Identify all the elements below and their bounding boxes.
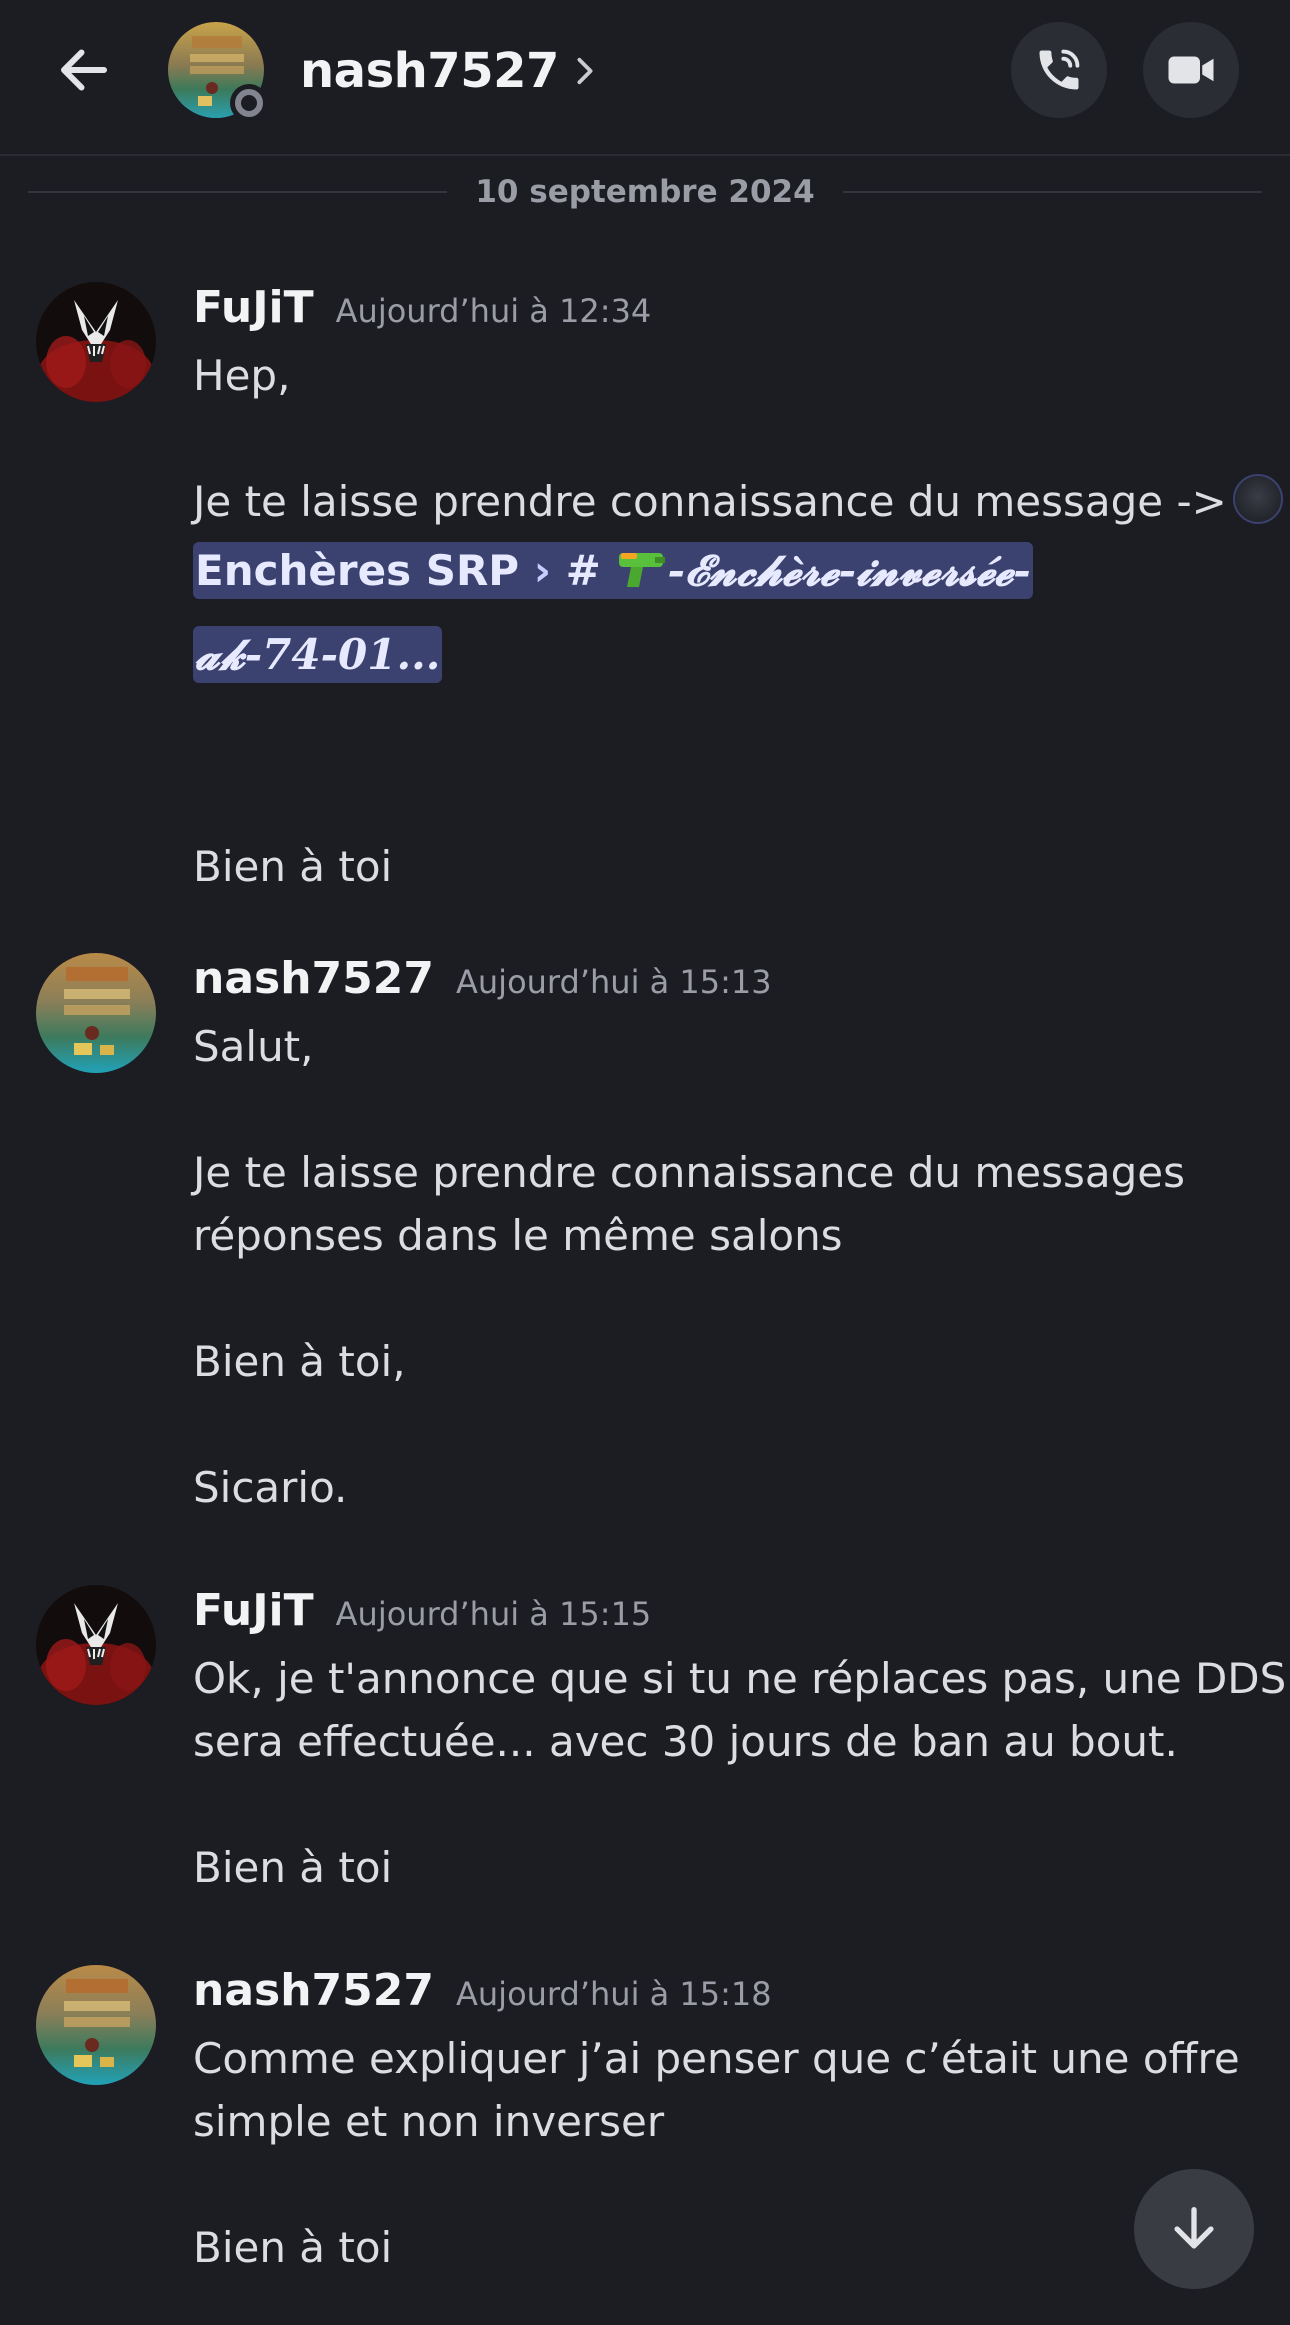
message-line: Sicario. (193, 1463, 348, 1512)
conversation-title-text: nash7527 (300, 43, 559, 99)
video-camera-icon (1168, 56, 1214, 84)
channel-mention-pill[interactable]: Enchères SRP › # -𝓔𝓷𝓬𝓱𝓮̀𝓻𝓮-𝓲𝓷𝓿𝓮𝓻𝓼𝓮́𝓮- (193, 542, 1033, 599)
message-line: Bien à toi (193, 842, 393, 891)
message-line-text: Je te laisse prendre connaissance du mes… (193, 477, 1227, 526)
message-author[interactable]: nash7527 (193, 1965, 434, 2016)
message-line: Salut, (193, 1022, 314, 1071)
video-call-button[interactable] (1143, 22, 1239, 118)
message-line: Bien à toi (193, 1843, 393, 1892)
conversation-title[interactable]: nash7527 (300, 36, 595, 106)
arrow-down-icon (1174, 2207, 1214, 2249)
message-content: Ok, je t'annonce que si tu ne réplaces p… (193, 1647, 1287, 1899)
voice-call-button[interactable] (1011, 22, 1107, 118)
message-line: Je te laisse prendre connaissance du mes… (193, 470, 1283, 533)
message-line: simple et non inverser (193, 2097, 665, 2146)
message-author[interactable]: nash7527 (193, 953, 434, 1004)
mention-server-name: Enchères SRP (195, 546, 520, 595)
message-content: Hep, Je te laisse prendre connaissance d… (193, 344, 1283, 898)
message-line: Bien à toi (193, 2223, 393, 2272)
server-icon (1232, 474, 1283, 524)
fujit-avatar[interactable] (36, 1585, 156, 1705)
message-timestamp: Aujourd’hui à 15:15 (335, 1595, 652, 1633)
nash7527-avatar[interactable] (36, 1965, 156, 2085)
mention-channel-name: -𝓔𝓷𝓬𝓱𝓮̀𝓻𝓮-𝓲𝓷𝓿𝓮𝓻𝓼𝓮́𝓮- (667, 546, 1031, 595)
status-indicator (230, 84, 268, 122)
phone-call-icon (1039, 49, 1080, 90)
message-line: Comme expliquer j’ai penser que c’était … (193, 2034, 1240, 2083)
message-timestamp: Aujourd’hui à 15:13 (456, 963, 772, 1001)
message-content: Comme expliquer j’ai penser que c’était … (193, 2027, 1253, 2279)
back-button[interactable] (44, 30, 124, 110)
contact-avatar[interactable] (168, 22, 268, 122)
venom-avatar-image (36, 1585, 156, 1705)
jump-to-bottom-button[interactable] (1134, 2169, 1254, 2289)
chevron-right-icon (575, 56, 595, 86)
venom-avatar-image (36, 282, 156, 402)
channel-mention-pill[interactable]: 𝓪𝓴-74-01... (193, 626, 443, 683)
mention-channel-name-end: 𝓪𝓴-74-01... (195, 630, 441, 679)
conversation-header: nash7527 (0, 0, 1290, 156)
date-divider-label: 10 septembre 2024 (475, 174, 815, 210)
message-timestamp: Aujourd’hui à 12:34 (335, 292, 652, 330)
chevron-right-icon: › (533, 546, 552, 595)
message-line: réponses dans le même salons (193, 1211, 843, 1260)
message-line: sera effectuée... avec 30 jours de ban a… (193, 1717, 1178, 1766)
message-content: Salut, Je te laisse prendre connaissance… (193, 1015, 1253, 1519)
channel-mention-continued[interactable]: 𝓪𝓴-74-01... (193, 615, 1253, 695)
date-divider: 10 septembre 2024 (28, 170, 1263, 214)
message-line: Ok, je t'annonce que si tu ne réplaces p… (193, 1654, 1287, 1703)
channel-mention[interactable]: Enchères SRP › # -𝓔𝓷𝓬𝓱𝓮̀𝓻𝓮-𝓲𝓷𝓿𝓮𝓻𝓼𝓮́𝓮- (193, 533, 1253, 615)
message-timestamp: Aujourd’hui à 15:18 (456, 1975, 772, 2013)
nash7527-avatar[interactable] (36, 953, 156, 1073)
message-author[interactable]: FuJiT (193, 282, 314, 333)
fujit-avatar[interactable] (36, 282, 156, 402)
water-pistol-icon (615, 539, 667, 615)
mention-hash: # (565, 546, 601, 595)
game-avatar-image (36, 953, 156, 1073)
message-line: Bien à toi, (193, 1337, 406, 1386)
message-author[interactable]: FuJiT (193, 1585, 314, 1636)
message-line: Je te laisse prendre connaissance du mes… (193, 1148, 1186, 1197)
arrow-left-icon (61, 49, 107, 91)
game-avatar-image (36, 1965, 156, 2085)
message-line: Hep, (193, 351, 291, 400)
